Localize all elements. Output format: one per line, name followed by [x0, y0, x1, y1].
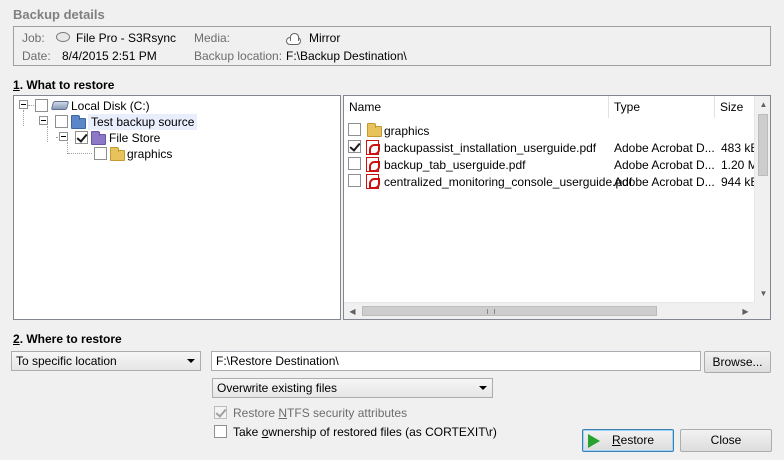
restore-ntfs-label: Restore NTFS security attributes: [233, 406, 408, 420]
job-icon: [56, 32, 70, 42]
folder-icon: [367, 123, 382, 137]
file-checkbox[interactable]: [348, 123, 361, 136]
file-size: 483 kB: [721, 141, 755, 155]
job-label: Job:: [22, 31, 45, 45]
tree-checkbox-file-store[interactable]: [75, 131, 88, 144]
restore-button-label: Restore: [611, 433, 655, 447]
media-value: Mirror: [309, 31, 341, 45]
file-type: Adobe Acrobat D...: [614, 158, 715, 172]
folder-purple-icon: [91, 131, 106, 145]
tree-checkbox-local-disk[interactable]: [35, 99, 48, 112]
media-label: Media:: [194, 31, 231, 45]
close-button[interactable]: Close: [680, 429, 772, 452]
tree-checkbox-graphics[interactable]: [94, 147, 107, 160]
file-name: backup_tab_userguide.pdf: [384, 158, 526, 172]
restore-ntfs-checkbox[interactable]: [214, 406, 227, 419]
tree-item-local-disk[interactable]: Local Disk (C:): [71, 99, 150, 113]
scroll-left-icon[interactable]: ◀: [344, 303, 361, 319]
date-label: Date:: [22, 49, 51, 63]
file-name: backupassist_installation_userguide.pdf: [384, 141, 597, 155]
take-ownership-checkbox[interactable]: [214, 425, 227, 438]
column-header-size[interactable]: Size: [715, 96, 755, 118]
what-to-restore-title: 1. What to restore: [13, 78, 115, 92]
folder-blue-icon: [71, 115, 86, 129]
scroll-corner: [754, 302, 770, 319]
take-ownership-label: Take ownership of restored files (as COR…: [233, 425, 497, 439]
restore-location-mode-select[interactable]: To specific location: [11, 351, 201, 371]
column-header-type[interactable]: Type: [609, 96, 715, 118]
tree-expander-file-store[interactable]: [59, 132, 68, 141]
tree-expander-test-backup-source[interactable]: [39, 116, 48, 125]
chevron-down-icon: [187, 359, 195, 363]
overwrite-mode-select[interactable]: Overwrite existing files: [212, 378, 493, 398]
vertical-scroll-thumb[interactable]: [758, 114, 768, 176]
file-type: Adobe Acrobat D...: [614, 141, 715, 155]
vertical-scrollbar[interactable]: ▲ ▼: [754, 96, 770, 302]
tree-item-file-store[interactable]: File Store: [109, 131, 160, 145]
restore-path-input[interactable]: F:\Restore Destination\: [211, 351, 701, 371]
file-checkbox[interactable]: [348, 174, 361, 187]
scroll-down-icon[interactable]: ▼: [755, 285, 770, 302]
backup-details-frame: Job: File Pro - S3Rsync Media: Mirror Da…: [13, 26, 771, 66]
file-list-panel[interactable]: Name Type Size graphics backupassist_ins…: [343, 95, 771, 320]
scroll-up-icon[interactable]: ▲: [755, 96, 770, 113]
file-row[interactable]: centralized_monitoring_console_userguide…: [344, 173, 755, 190]
restore-button[interactable]: Restore: [582, 429, 674, 452]
file-checkbox[interactable]: [348, 140, 361, 153]
column-header-name[interactable]: Name: [344, 96, 609, 118]
file-name: graphics: [384, 124, 430, 138]
scroll-right-icon[interactable]: ▶: [737, 303, 754, 319]
backup-details-title: Backup details: [13, 7, 105, 22]
local-disk-icon: [50, 101, 70, 110]
file-type: Adobe Acrobat D...: [614, 175, 715, 189]
horizontal-scroll-thumb[interactable]: [362, 306, 657, 316]
play-icon: [588, 434, 600, 448]
file-row[interactable]: backup_tab_userguide.pdf Adobe Acrobat D…: [344, 156, 755, 173]
folder-tree-panel[interactable]: Local Disk (C:) Test backup source File …: [13, 95, 341, 320]
where-to-restore-title: 2. Where to restore: [13, 332, 122, 346]
folder-icon: [110, 147, 125, 161]
file-checkbox[interactable]: [348, 157, 361, 170]
file-name: centralized_monitoring_console_userguide…: [384, 175, 633, 189]
scroll-grip-icon: [487, 309, 495, 314]
backup-location-label: Backup location:: [194, 49, 283, 63]
file-size: 1.20 MI: [721, 158, 755, 172]
pdf-icon: [366, 140, 380, 155]
browse-button[interactable]: Browse...: [704, 351, 771, 373]
date-value: 8/4/2015 2:51 PM: [62, 49, 157, 63]
pdf-icon: [366, 174, 380, 189]
chevron-down-icon: [479, 386, 487, 390]
cloud-icon: [286, 33, 301, 45]
horizontal-scrollbar[interactable]: ◀ ▶: [344, 302, 754, 319]
tree-item-graphics[interactable]: graphics: [127, 147, 172, 161]
backup-location-value: F:\Backup Destination\: [286, 49, 407, 63]
file-size: 944 kB: [721, 175, 755, 189]
tree-checkbox-test-backup-source[interactable]: [55, 115, 68, 128]
pdf-icon: [366, 157, 380, 172]
tree-expander-local-disk[interactable]: [19, 100, 28, 109]
job-value: File Pro - S3Rsync: [76, 31, 177, 45]
file-row[interactable]: graphics: [344, 122, 754, 139]
tree-item-test-backup-source[interactable]: Test backup source: [88, 114, 198, 130]
file-row[interactable]: backupassist_installation_userguide.pdf …: [344, 139, 755, 156]
